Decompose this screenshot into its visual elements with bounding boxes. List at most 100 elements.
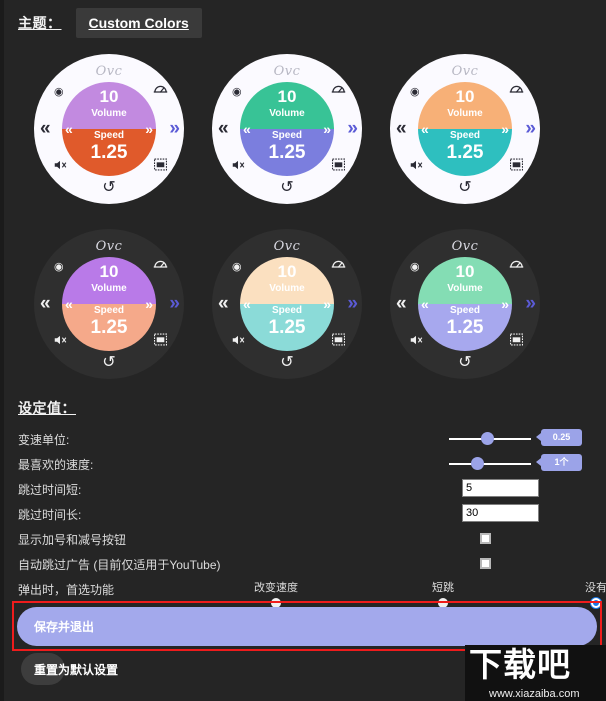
theme-preview-cell[interactable]: Ovc ◉ «» ↺ 10 Volume Speed 1.25 «» — [200, 48, 375, 223]
fast-forward-icon[interactable]: » — [525, 119, 536, 138]
options-page: 主题： Custom Colors Ovc ◉ «» ↺ 10 Volume Speed 1.… — [0, 0, 606, 701]
volume-half[interactable] — [62, 257, 156, 304]
fast-forward-icon[interactable]: » — [347, 119, 358, 138]
volume-half[interactable] — [62, 82, 156, 129]
step-up-icon[interactable]: » — [145, 297, 153, 311]
speed-volume-dial[interactable]: 10 Volume Speed 1.25 «» — [240, 257, 334, 351]
favorite-speed-slider[interactable] — [449, 457, 531, 471]
theme-preview-cell[interactable]: Ovc ◉ «» ↺ 10 Volume Speed 1.25 «» — [22, 223, 197, 398]
speed-half[interactable] — [62, 129, 156, 176]
app-logo: Ovc — [451, 64, 479, 79]
rewind-icon[interactable]: « — [396, 294, 407, 313]
theme-dark-peach-teal[interactable]: Ovc ◉ «» ↺ 10 Volume Speed 1.25 «» — [212, 229, 362, 379]
settings-rows: 变速单位: 0.25 最喜欢的速度: 1个 跳过时间短: 跳过时间长: 显示加号… — [18, 429, 606, 611]
step-down-icon[interactable]: « — [421, 122, 429, 136]
step-up-icon[interactable]: » — [145, 122, 153, 136]
step-up-icon[interactable]: » — [323, 297, 331, 311]
rewind-icon[interactable]: « — [218, 119, 229, 138]
radio-label: 改变速度 — [254, 582, 298, 594]
speed-volume-dial[interactable]: 10 Volume Speed 1.25 «» — [62, 257, 156, 351]
reset-icon[interactable]: ↺ — [34, 355, 184, 371]
step-down-icon[interactable]: « — [421, 297, 429, 311]
reset-icon[interactable]: ↺ — [212, 355, 362, 371]
speed-volume-dial[interactable]: 10 Volume Speed 1.25 «» — [418, 82, 512, 176]
favorite-speed-value-bubble: 1个 — [536, 454, 582, 471]
step-up-icon[interactable]: » — [501, 122, 509, 136]
fast-forward-icon[interactable]: » — [347, 294, 358, 313]
favorite-speed-label: 最喜欢的速度: — [18, 458, 94, 472]
auto-skip-ads-label: 自动跳过广告 (目前仅适用于YouTube) — [18, 558, 221, 572]
theme-row: 主题： Custom Colors — [18, 8, 202, 38]
speed-volume-dial[interactable]: 10 Volume Speed 1.25 «» — [418, 257, 512, 351]
theme-light-purple-orange[interactable]: Ovc ◉ «» ↺ 10 Volume Speed 1.25 «» — [34, 54, 184, 204]
reset-icon[interactable]: ↺ — [390, 180, 540, 196]
watermark: 下载吧 www.xiazaiba.com — [465, 645, 606, 701]
speed-half[interactable] — [418, 129, 512, 176]
row-skip-long: 跳过时间长: — [18, 504, 596, 525]
speed-volume-dial[interactable]: 10 Volume Speed 1.25 «» — [62, 82, 156, 176]
rewind-icon[interactable]: « — [396, 119, 407, 138]
step-up-icon[interactable]: » — [323, 122, 331, 136]
radio-label: 短跳 — [432, 582, 454, 594]
slider-thumb[interactable] — [470, 457, 484, 470]
theme-light-green-blue[interactable]: Ovc ◉ «» ↺ 10 Volume Speed 1.25 «» — [212, 54, 362, 204]
reset-icon[interactable]: ↺ — [390, 355, 540, 371]
theme-dark-purple-peach[interactable]: Ovc ◉ «» ↺ 10 Volume Speed 1.25 «» — [34, 229, 184, 379]
show-plus-minus-label: 显示加号和减号按钮 — [18, 533, 127, 547]
slider-thumb[interactable] — [480, 432, 494, 445]
reset-icon[interactable]: ↺ — [34, 180, 184, 196]
step-down-icon[interactable]: « — [243, 122, 251, 136]
rewind-icon[interactable]: « — [218, 294, 229, 313]
app-logo: Ovc — [95, 64, 123, 79]
volume-half[interactable] — [240, 257, 334, 304]
auto-skip-ads-checkbox[interactable] — [480, 558, 491, 569]
speed-half[interactable] — [240, 129, 334, 176]
speed-unit-slider[interactable] — [449, 432, 531, 446]
row-favorite-speed: 最喜欢的速度: 1个 — [18, 454, 596, 475]
step-down-icon[interactable]: « — [243, 297, 251, 311]
fast-forward-icon[interactable]: » — [525, 294, 536, 313]
theme-light-orange-teal[interactable]: Ovc ◉ «» ↺ 10 Volume Speed 1.25 «» — [390, 54, 540, 204]
speed-half[interactable] — [62, 304, 156, 351]
step-down-icon[interactable]: « — [65, 122, 73, 136]
speed-unit-label: 变速单位: — [18, 433, 70, 447]
fast-forward-icon[interactable]: » — [169, 294, 180, 313]
volume-half[interactable] — [418, 82, 512, 129]
skip-long-label: 跳过时间长: — [18, 508, 82, 522]
skip-long-input[interactable] — [462, 504, 539, 522]
theme-preview-cell[interactable]: Ovc ◉ «» ↺ 10 Volume Speed 1.25 «» — [22, 48, 197, 223]
custom-colors-button[interactable]: Custom Colors — [75, 8, 202, 38]
row-show-plus-minus: 显示加号和减号按钮 — [18, 529, 596, 550]
save-and-exit-button[interactable]: 保存并退出 — [17, 607, 597, 646]
volume-half[interactable] — [418, 257, 512, 304]
theme-dark-mint-periwinkle[interactable]: Ovc ◉ «» ↺ 10 Volume Speed 1.25 «» — [390, 229, 540, 379]
step-up-icon[interactable]: » — [501, 297, 509, 311]
app-logo: Ovc — [273, 64, 301, 79]
rewind-icon[interactable]: « — [40, 294, 51, 313]
theme-preview-grid: Ovc ◉ «» ↺ 10 Volume Speed 1.25 «» Ovc ◉ «» ↺ 10 Volum… — [22, 48, 592, 398]
speed-unit-value-bubble: 0.25 — [536, 429, 582, 446]
speed-half[interactable] — [240, 304, 334, 351]
theme-preview-cell[interactable]: Ovc ◉ «» ↺ 10 Volume Speed 1.25 «» — [378, 48, 553, 223]
skip-short-input[interactable] — [462, 479, 539, 497]
row-speed-unit: 变速单位: 0.25 — [18, 429, 596, 450]
watermark-logo: 下载吧 — [469, 645, 571, 684]
rewind-icon[interactable]: « — [40, 119, 51, 138]
fast-forward-icon[interactable]: » — [169, 119, 180, 138]
theme-label: 主题： — [18, 15, 62, 31]
app-logo: Ovc — [95, 239, 123, 254]
show-plus-minus-checkbox[interactable] — [480, 533, 491, 544]
speed-half[interactable] — [418, 304, 512, 351]
step-down-icon[interactable]: « — [65, 297, 73, 311]
theme-preview-cell[interactable]: Ovc ◉ «» ↺ 10 Volume Speed 1.25 «» — [200, 223, 375, 398]
watermark-url: www.xiazaiba.com — [489, 688, 580, 700]
volume-half[interactable] — [240, 82, 334, 129]
skip-short-label: 跳过时间短: — [18, 483, 82, 497]
row-auto-skip-ads: 自动跳过广告 (目前仅适用于YouTube) — [18, 554, 596, 575]
reset-icon[interactable]: ↺ — [212, 180, 362, 196]
slider-track — [449, 463, 531, 465]
row-skip-short: 跳过时间短: — [18, 479, 596, 500]
speed-volume-dial[interactable]: 10 Volume Speed 1.25 «» — [240, 82, 334, 176]
app-logo: Ovc — [451, 239, 479, 254]
theme-preview-cell[interactable]: Ovc ◉ «» ↺ 10 Volume Speed 1.25 «» — [378, 223, 553, 398]
